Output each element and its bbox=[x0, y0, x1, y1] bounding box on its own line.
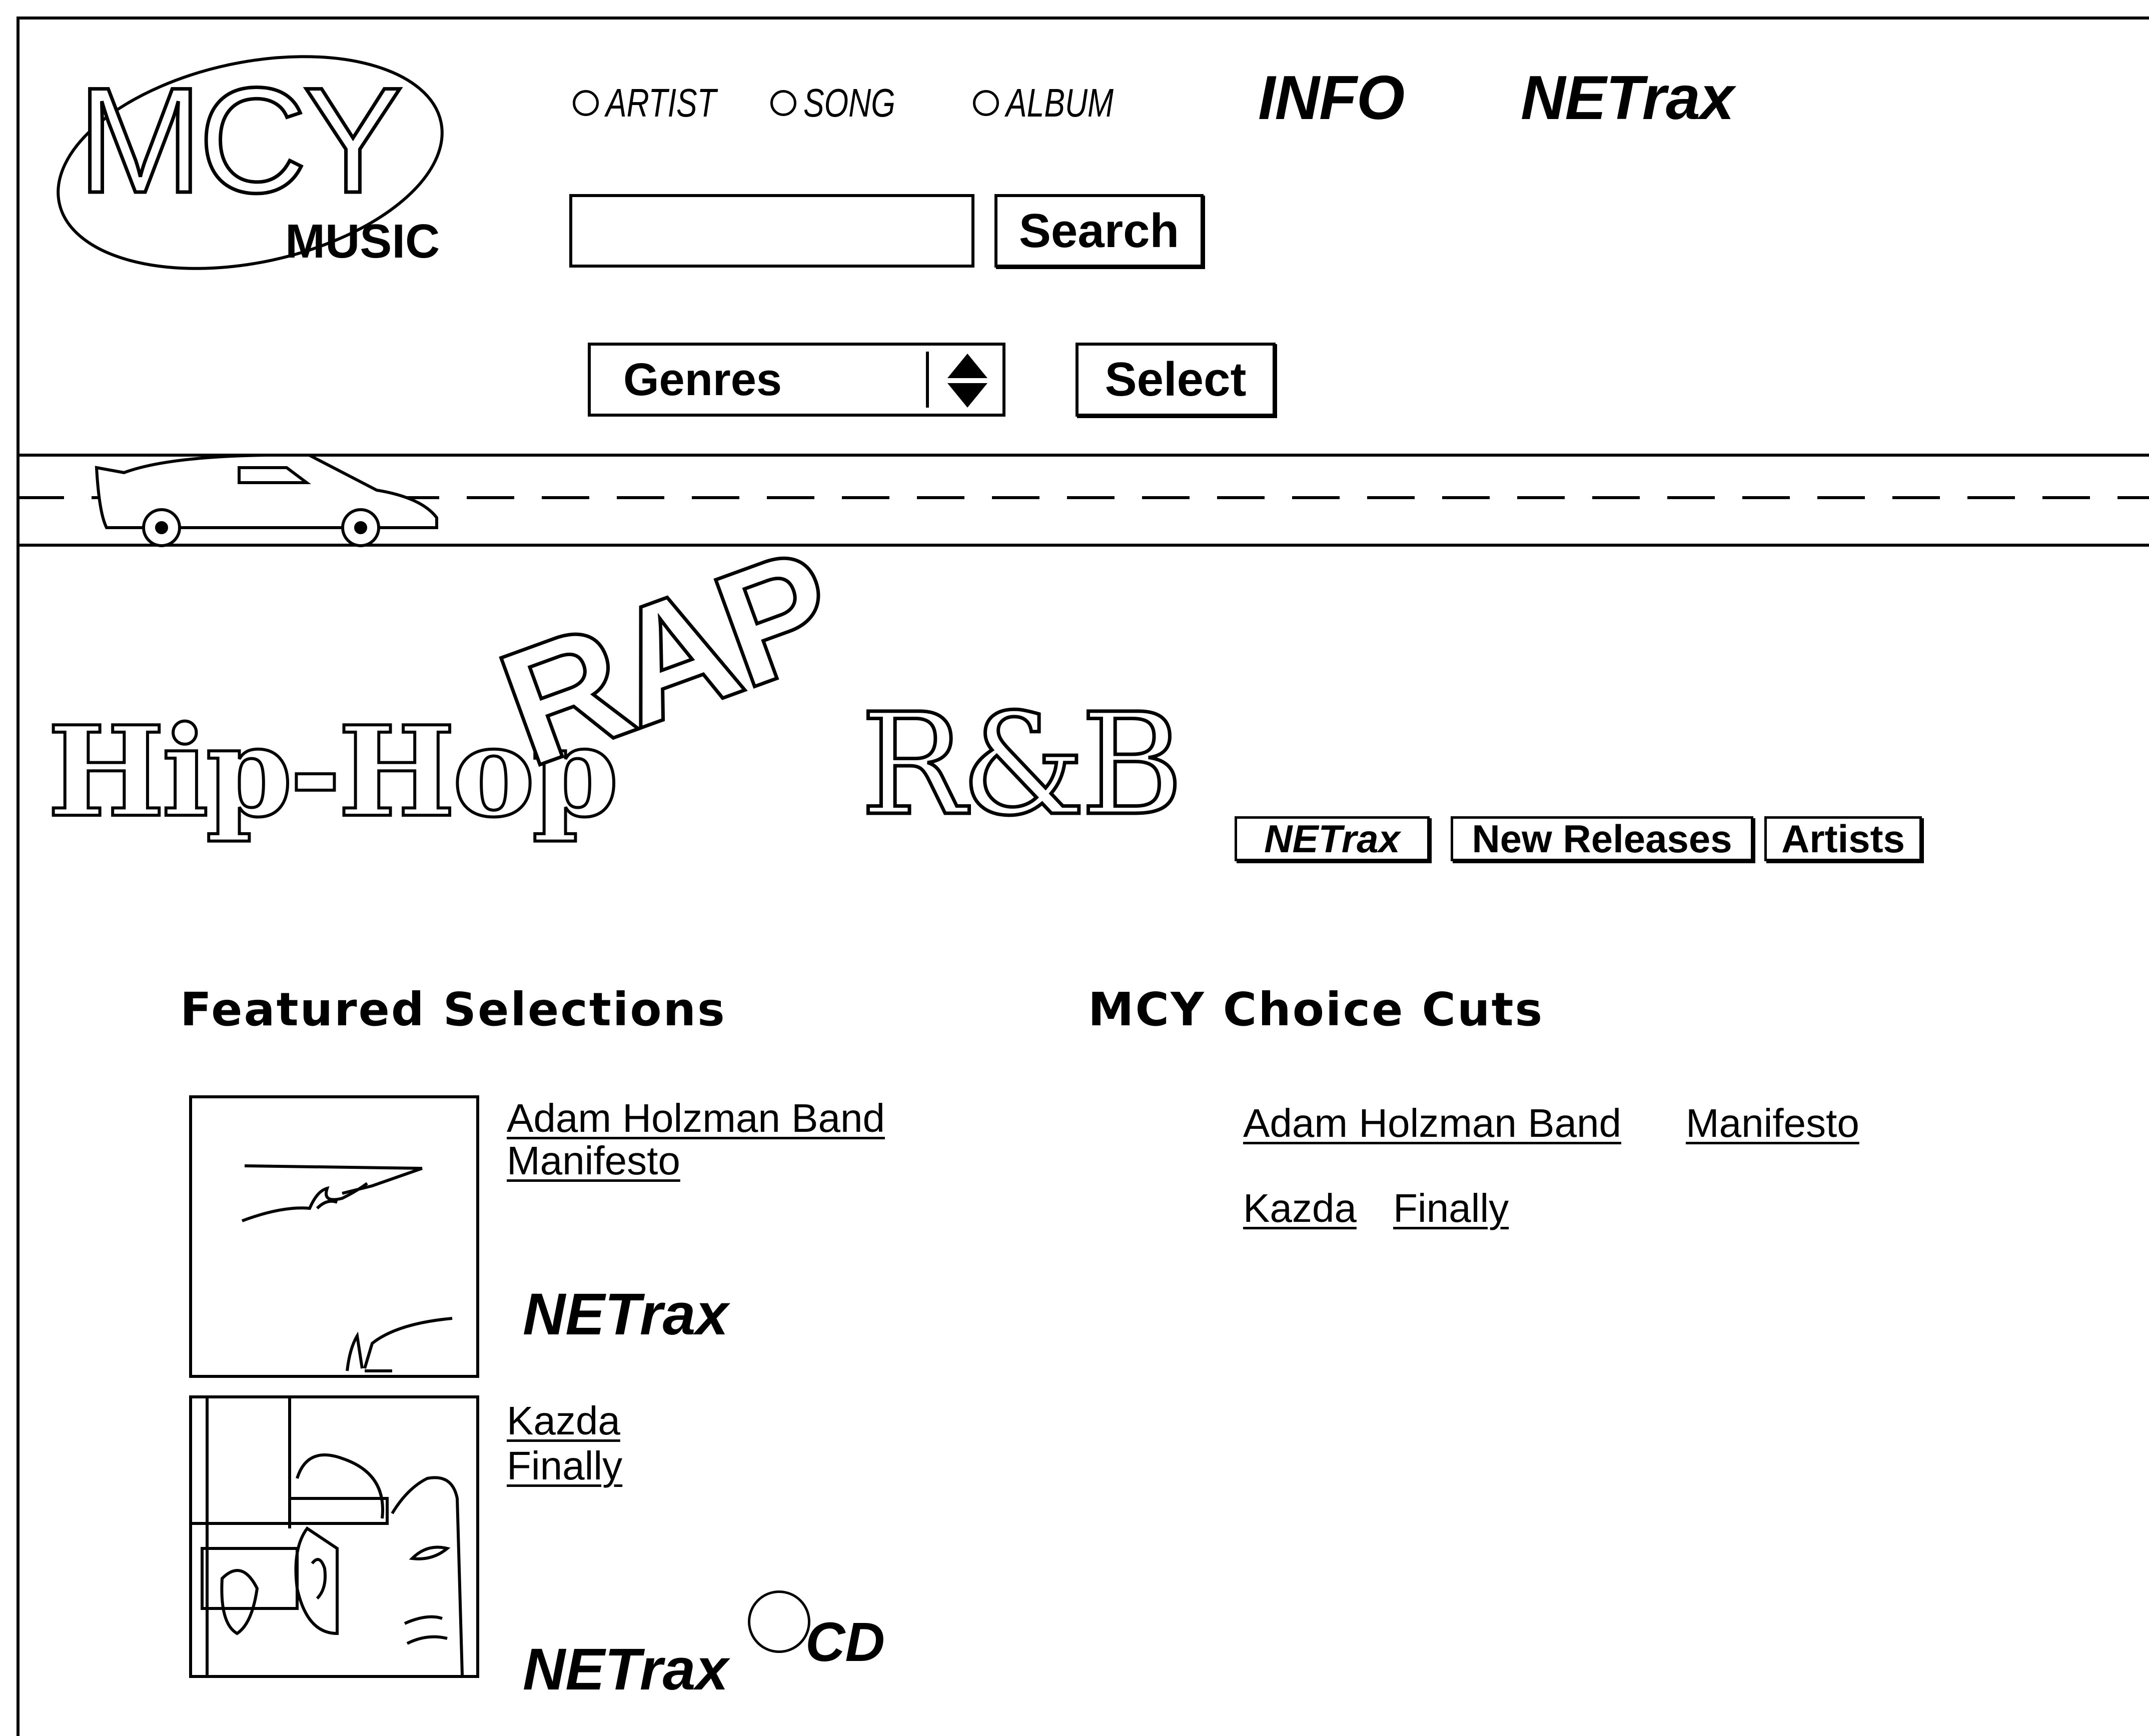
tab-new-releases[interactable]: New Releases bbox=[1451, 816, 1753, 861]
radio-artist[interactable]: ARTIST bbox=[573, 80, 747, 126]
choice-1-album-link[interactable]: Manifesto bbox=[1686, 1100, 1859, 1146]
search-button[interactable]: Search bbox=[994, 194, 1204, 268]
logo[interactable]: MCY MUSIC bbox=[50, 45, 450, 295]
album-art-2-icon bbox=[192, 1398, 464, 1675]
car-icon bbox=[95, 454, 438, 547]
choice-1-artist-link[interactable]: Adam Holzman Band bbox=[1243, 1100, 1621, 1146]
search-input[interactable] bbox=[569, 194, 974, 268]
album-cover-1[interactable] bbox=[189, 1095, 479, 1378]
radio-artist-label: ARTIST bbox=[606, 81, 716, 125]
select-button[interactable]: Select bbox=[1076, 343, 1276, 417]
featured-2-album-link[interactable]: Finally bbox=[507, 1443, 622, 1489]
radio-artist-circle[interactable] bbox=[573, 90, 599, 116]
radio-album[interactable]: ALBUM bbox=[973, 80, 1144, 126]
logo-letters: MCY bbox=[76, 56, 405, 224]
banner-rnb: R&B bbox=[859, 684, 1186, 847]
logo-subtitle: MUSIC bbox=[285, 215, 440, 268]
featured-1-artist-link[interactable]: Adam Holzman Band bbox=[507, 1095, 885, 1141]
choice-2-artist-link[interactable]: Kazda bbox=[1243, 1185, 1357, 1231]
nav-netrax-link[interactable]: NETrax bbox=[1521, 63, 1734, 134]
nav-info-link[interactable]: INFO bbox=[1258, 63, 1405, 134]
cd-label: CD bbox=[805, 1611, 885, 1673]
genres-select-value: Genres bbox=[623, 354, 782, 405]
featured-1-netrax-link[interactable]: NETrax bbox=[523, 1280, 728, 1348]
featured-heading: Featured Selections bbox=[180, 983, 726, 1036]
updown-arrow-icon bbox=[947, 354, 987, 408]
genres-select[interactable]: Genres bbox=[588, 343, 1005, 417]
featured-2-netrax-link[interactable]: NETrax bbox=[523, 1635, 728, 1703]
cd-radio[interactable] bbox=[748, 1590, 810, 1653]
road-car-banner bbox=[17, 454, 2149, 547]
radio-album-circle[interactable] bbox=[973, 90, 999, 116]
radio-album-label: ALBUM bbox=[1006, 81, 1114, 125]
tab-artists[interactable]: Artists bbox=[1764, 816, 1922, 861]
album-art-1-icon bbox=[241, 1164, 453, 1372]
genres-select-divider bbox=[926, 352, 929, 408]
radio-song[interactable]: SONG bbox=[770, 80, 921, 126]
radio-song-label: SONG bbox=[803, 81, 895, 125]
radio-song-circle[interactable] bbox=[770, 90, 796, 116]
tab-netrax[interactable]: NETrax bbox=[1235, 816, 1430, 861]
choice-cuts-heading: MCY Choice Cuts bbox=[1088, 983, 1544, 1036]
choice-2-album-link[interactable]: Finally bbox=[1393, 1185, 1509, 1231]
featured-1-album-link[interactable]: Manifesto bbox=[507, 1138, 680, 1184]
album-cover-2[interactable] bbox=[189, 1395, 479, 1678]
featured-2-artist-link[interactable]: Kazda bbox=[507, 1398, 620, 1444]
